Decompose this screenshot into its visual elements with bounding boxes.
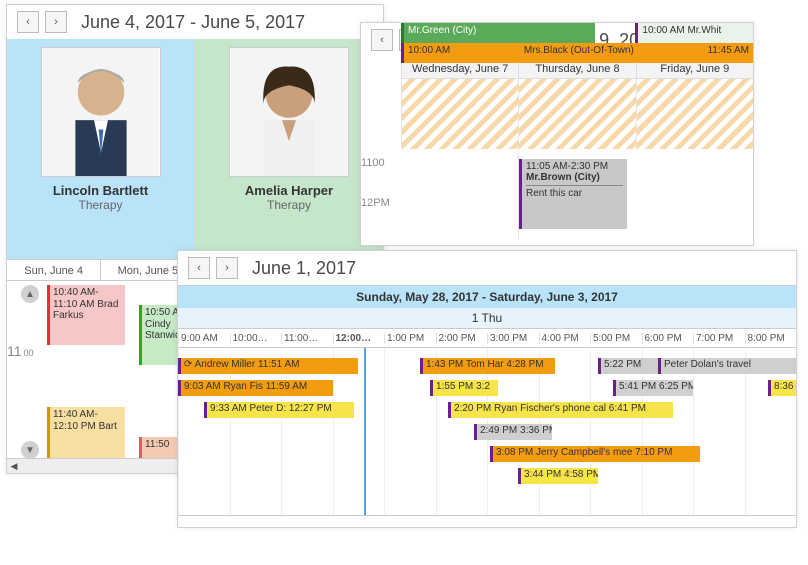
appt-end: 11:45 AM — [707, 45, 749, 61]
panel1-header: June 4, 2017 - June 5, 2017 — [7, 5, 383, 39]
panel3-header: June 1, 2017 — [178, 251, 796, 285]
all-day-row-0: Mr.Green (City) 10:00 AM Mr.Whit — [401, 23, 753, 43]
scroll-left-button[interactable]: ◀ — [7, 459, 21, 473]
next-button[interactable] — [45, 11, 67, 33]
hour-header[interactable]: 1:00 PM — [384, 333, 436, 344]
timeline-appointment[interactable]: 1:43 PM Tom Har 4:28 PM — [420, 358, 555, 374]
timeline-appointment[interactable]: 9:03 AM Ryan Fis 11:59 AM — [178, 380, 333, 396]
hour-header[interactable]: 4:00 PM — [539, 333, 591, 344]
hour-header[interactable]: 8:00 PM — [745, 333, 797, 344]
all-day-row-1: 10:00 AM Mrs.Black (Out-Of-Town) 11:45 A… — [401, 43, 753, 63]
timeline-appointment[interactable]: 8:36 — [768, 380, 796, 396]
appt-label: Mr.Brown (City) — [526, 172, 623, 183]
next-button[interactable] — [216, 257, 238, 279]
avatar — [41, 47, 161, 177]
timeline-appointment[interactable]: 9:33 AM Peter D: 12:27 PM — [204, 402, 354, 418]
avatar — [229, 47, 349, 177]
appt-time: 11:05 AM-2:30 PM — [526, 161, 623, 172]
appt-note: Rent this car — [526, 185, 623, 199]
hour-label: 11 — [7, 343, 22, 359]
timeline-surface[interactable]: ⟳ Andrew Miller 11:51 AM 1:43 PM Tom Har … — [178, 348, 796, 516]
day-column[interactable] — [401, 79, 518, 149]
hour-header[interactable]: 7:00 PM — [693, 333, 745, 344]
resource-column-amelia: Amelia Harper Therapy — [195, 39, 383, 259]
timeline-appointment[interactable]: 3:08 PM Jerry Campbell's mee 7:10 PM — [490, 446, 700, 462]
scheduler-timeline-view: June 1, 2017 Sunday, May 28, 2017 - Satu… — [177, 250, 797, 528]
hour-header[interactable]: 11:00… — [281, 333, 333, 344]
appointment[interactable]: 11:40 AM-12:10 PM Bart — [47, 407, 125, 461]
hour-label: 11 — [361, 157, 372, 169]
timeline-appointment[interactable]: 2:20 PM Ryan Fischer's phone cal 6:41 PM — [448, 402, 673, 418]
timeline-appointment[interactable]: 5:22 PM — [598, 358, 658, 374]
hour-header[interactable]: 10:00… — [230, 333, 282, 344]
timeline-appointment[interactable]: Peter Dolan's travel — [658, 358, 796, 374]
minute-label: 00 — [372, 157, 384, 169]
timeline-appointment[interactable]: 3:44 PM 4:58 PM — [518, 468, 598, 484]
appt-label: Mrs.Black (Out-Of-Town) — [524, 45, 634, 61]
panel3-title: June 1, 2017 — [252, 258, 356, 279]
panel1-title: June 4, 2017 - June 5, 2017 — [81, 12, 305, 33]
prev-button[interactable] — [188, 257, 210, 279]
hour-header[interactable]: 5:00 PM — [590, 333, 642, 344]
day-column[interactable] — [636, 79, 753, 149]
prev-button[interactable] — [371, 29, 393, 51]
time-ruler: 1100 12PM — [361, 157, 401, 237]
appointment-out-of-office[interactable]: 11:05 AM-2:30 PM Mr.Brown (City) Rent th… — [519, 159, 627, 229]
hour-header[interactable]: 3:00 PM — [487, 333, 539, 344]
resource-column-lincoln: Lincoln Bartlett Therapy — [7, 39, 195, 259]
appointment[interactable]: 10:00 AM Mrs.Black (Out-Of-Town) 11:45 A… — [401, 43, 753, 63]
resource-name: Amelia Harper — [203, 183, 375, 198]
resource-name: Lincoln Bartlett — [15, 183, 186, 198]
resource-role: Therapy — [203, 198, 375, 212]
scroll-down-button[interactable]: ▼ — [21, 441, 39, 459]
hour-header[interactable]: 9:00 AM — [178, 333, 230, 344]
scheduler-week-view: June 7, 2017 - June 9, 2017 Wednesday, J… — [360, 22, 754, 246]
timeline-appointment[interactable]: 2:49 PM 3:36 PM — [474, 424, 552, 440]
hour-label: 12 — [361, 197, 373, 209]
current-time-indicator — [364, 348, 366, 515]
timeline-appointment[interactable]: 5:41 PM 6:25 PM — [613, 380, 693, 396]
hour-header[interactable]: 6:00 PM — [642, 333, 694, 344]
hour-header[interactable]: 12:00… — [333, 333, 385, 344]
prev-button[interactable] — [17, 11, 39, 33]
appointment[interactable]: 10:40 AM-11:10 AM Brad Farkus — [47, 285, 125, 345]
week-range-band[interactable]: Sunday, May 28, 2017 - Saturday, June 3,… — [178, 285, 796, 308]
appointment[interactable]: Mr.Green (City) — [401, 23, 595, 43]
minute-label: 00 — [24, 348, 34, 358]
appointment[interactable]: 10:00 AM Mr.Whit — [635, 23, 752, 43]
minute-label: PM — [373, 197, 390, 209]
hour-header[interactable]: 2:00 PM — [436, 333, 488, 344]
time-ruler: 1100 — [7, 281, 51, 403]
hour-header-row: 9:00 AM 10:00… 11:00… 12:00… 1:00 PM 2:0… — [178, 328, 796, 348]
timeline-appointment[interactable]: ⟳ Andrew Miller 11:51 AM — [178, 358, 358, 374]
day-header[interactable]: Sun, June 4 — [7, 260, 100, 280]
resource-role: Therapy — [15, 198, 186, 212]
resource-header-row: Lincoln Bartlett Therapy Amelia Harper T… — [7, 39, 383, 259]
panel2-body[interactable]: 1100 12PM 11:05 AM-2:30 PM Mr.Brown (Cit… — [361, 79, 753, 239]
day-band[interactable]: 1 Thu — [178, 308, 796, 328]
timeline-appointment[interactable]: 1:55 PM 3:2 — [430, 380, 498, 396]
appt-start: 10:00 AM — [408, 45, 450, 61]
